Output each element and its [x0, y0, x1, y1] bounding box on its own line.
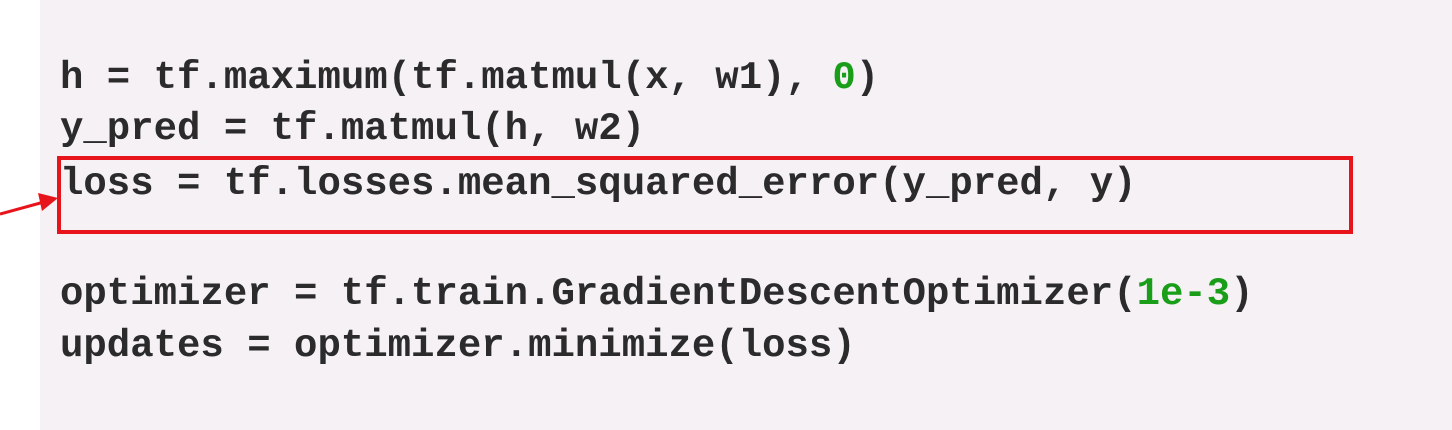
code-line-updates: updates = optimizer.minimize(loss) [60, 324, 856, 368]
code-text: ) [855, 56, 880, 100]
code-line-hidden-layer: h = tf.maximum(tf.matmul(x, w1), 0) [60, 54, 879, 102]
code-text: h = tf.maximum(tf.matmul(x, w1), [60, 56, 833, 100]
code-line-optimizer: optimizer = tf.train.GradientDescentOpti… [60, 270, 1254, 318]
numeric-literal: 0 [832, 56, 856, 100]
numeric-literal: 1e-3 [1136, 272, 1231, 316]
code-line-prediction: y_pred = tf.matmul(h, w2) [60, 107, 646, 151]
code-text: optimizer = tf.train.GradientDescentOpti… [60, 272, 1137, 316]
arrow-icon [0, 193, 58, 216]
code-text: ) [1230, 272, 1254, 316]
highlight-box [57, 156, 1353, 234]
